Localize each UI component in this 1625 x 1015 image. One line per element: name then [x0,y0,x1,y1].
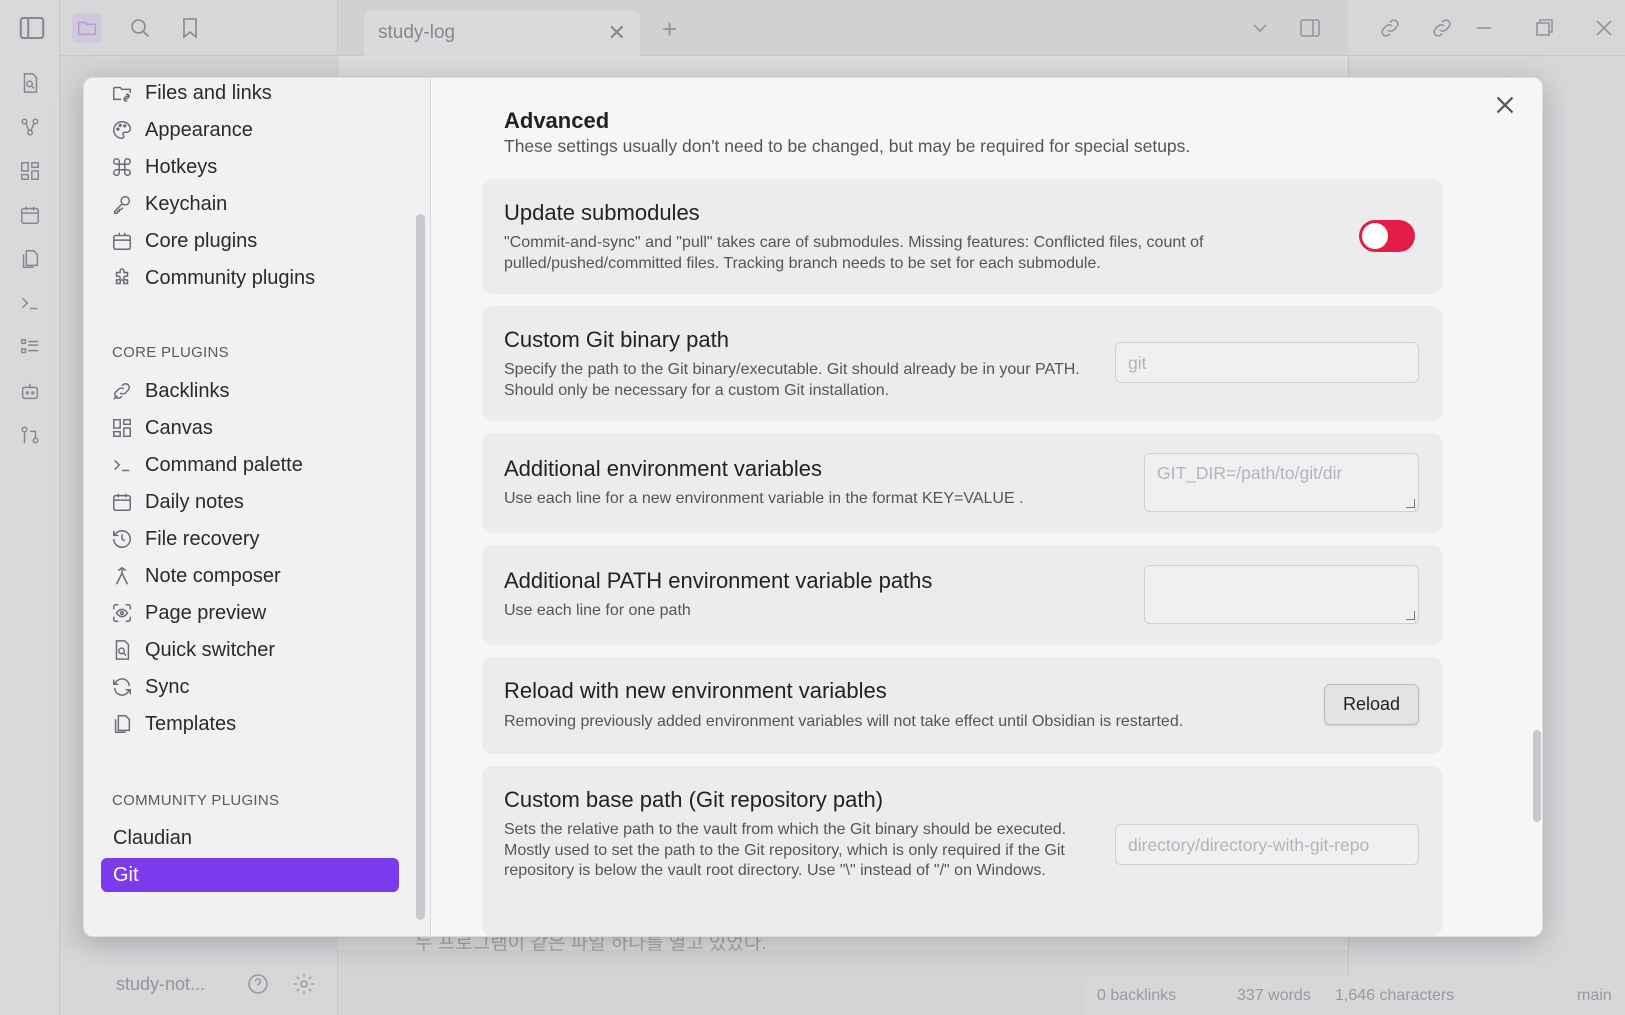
sidebar-item-community-plugins[interactable]: Community plugins [101,261,399,295]
history-icon [113,530,131,548]
settings-content: Advanced These settings usually don't ne… [431,78,1542,936]
community-plugins-heading: COMMUNITY PLUGINS [112,792,280,809]
section-description: These settings usually don't need to be … [504,136,1191,156]
sidebar-item-quick-switcher[interactable]: Quick switcher [101,633,399,667]
close-icon[interactable] [1490,90,1520,120]
sidebar-item-sync[interactable]: Sync [101,670,399,704]
sidebar-item-label: Sync [145,675,190,698]
sidebar-item-label: Backlinks [145,379,230,402]
command-icon [113,158,131,176]
palette-icon [113,121,131,139]
sidebar-item-label: Note composer [145,564,281,587]
setting-description: Use each line for a new environment vari… [504,490,1024,507]
sidebar-item-label: Core plugins [145,229,258,252]
setting-git-binary-path: Custom Git binary path Specify the path … [482,306,1442,421]
calendar-icon [113,493,131,511]
scan-eye-icon [113,604,131,622]
sync-icon [113,678,131,696]
sidebar-item-keychain[interactable]: Keychain [101,187,399,221]
sidebar-item-command-palette[interactable]: Command palette [101,448,399,482]
setting-description: "Commit-and-sync" and "pull" takes care … [504,234,1204,272]
setting-description: Sets the relative path to the vault from… [504,821,1067,879]
sidebar-item-label: Command palette [145,453,303,476]
backlink-icon [113,383,130,400]
section-title: Advanced [504,108,610,133]
submodules-toggle[interactable] [1359,220,1415,252]
settings-sidebar: Files and links Appearance Hotkeys Keych… [84,78,431,936]
key-icon [113,195,131,214]
resize-grip-icon[interactable] [1406,499,1415,508]
sidebar-item-canvas[interactable]: Canvas [101,411,399,445]
setting-title: Custom Git binary path [504,327,729,352]
sidebar-item-file-recovery[interactable]: File recovery [101,522,399,556]
sidebar-item-label: Files and links [145,81,272,104]
setting-reload-env: Reload with new environment variables Re… [482,657,1442,754]
sidebar-item-label: Keychain [145,192,228,215]
merge-icon [115,566,129,585]
setting-description: Removing previously added environment va… [504,713,1184,730]
core-plugins-heading: CORE PLUGINS [112,344,229,361]
reload-button[interactable]: Reload [1324,684,1419,725]
sidebar-item-git[interactable]: Git [101,858,399,892]
files-icon [114,715,131,733]
folder-link-icon [113,86,131,102]
setting-title: Reload with new environment variables [504,678,887,703]
setting-title: Custom base path (Git repository path) [504,787,884,812]
env-variables-textarea[interactable]: GIT_DIR=/path/to/git/dir [1144,453,1419,512]
terminal-icon [114,459,130,472]
setting-path-variables: Additional PATH environment variable pat… [482,545,1442,645]
content-scrollbar[interactable] [1533,730,1541,822]
setting-env-variables: Additional environment variables Use eac… [482,433,1442,533]
sidebar-item-label: Appearance [145,118,253,141]
sidebar-item-backlinks[interactable]: Backlinks [101,374,399,408]
canvas-icon [113,419,131,437]
sidebar-item-core-plugins[interactable]: Core plugins [101,224,399,258]
resize-grip-icon[interactable] [1406,611,1415,620]
setting-title: Additional PATH environment variable pat… [504,568,933,593]
sidebar-item-hotkeys[interactable]: Hotkeys [101,150,399,184]
setting-description: Use each line for one path [504,602,691,619]
setting-base-path: Custom base path (Git repository path) S… [482,766,1442,936]
sidebar-item-files-and-links[interactable]: Files and links [101,78,399,110]
sidebar-item-appearance[interactable]: Appearance [101,113,399,147]
sidebar-item-label: Page preview [145,601,267,624]
sidebar-item-note-composer[interactable]: Note composer [101,559,399,593]
sidebar-item-label: Daily notes [145,490,244,513]
sidebar-item-label: Git [113,863,139,886]
sidebar-item-page-preview[interactable]: Page preview [101,596,399,630]
sidebar-item-claudian[interactable]: Claudian [101,821,399,855]
plug-box-icon [113,232,131,250]
file-search-icon [115,640,130,660]
sidebar-item-label: Hotkeys [145,155,218,178]
setting-title: Additional environment variables [504,456,822,481]
sidebar-item-label: Community plugins [145,266,316,289]
sidebar-item-label: Templates [145,712,237,735]
setting-update-submodules: Update submodules "Commit-and-sync" and … [482,179,1442,294]
sidebar-item-templates[interactable]: Templates [101,707,399,741]
textarea-placeholder: GIT_DIR=/path/to/git/dir [1157,463,1343,483]
sidebar-scrollbar[interactable] [416,214,425,920]
sidebar-item-label: File recovery [145,527,260,550]
path-variables-textarea[interactable] [1144,565,1419,624]
sidebar-item-label: Claudian [113,826,192,849]
git-binary-path-input[interactable]: git [1115,342,1419,383]
sidebar-item-label: Canvas [145,416,213,439]
setting-description: Specify the path to the Git binary/execu… [504,361,1080,399]
settings-modal: Files and links Appearance Hotkeys Keych… [83,77,1543,937]
toggle-knob [1362,223,1388,249]
sidebar-item-daily-notes[interactable]: Daily notes [101,485,399,519]
setting-title: Update submodules [504,200,700,225]
puzzle-icon [115,268,129,285]
base-path-input[interactable]: directory/directory-with-git-repo [1115,824,1419,865]
sidebar-item-label: Quick switcher [145,638,276,661]
